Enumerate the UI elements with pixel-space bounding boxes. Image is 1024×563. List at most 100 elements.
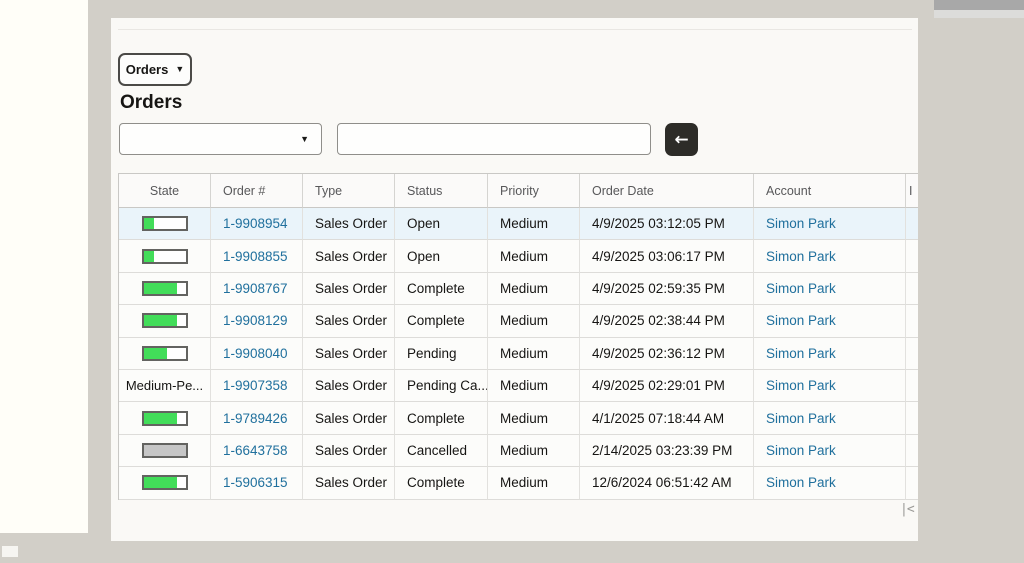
order-priority: Medium	[500, 280, 549, 296]
state-progress-bar	[141, 410, 188, 426]
order-number-link-cell: 1-6643758	[211, 434, 303, 468]
state-progress-fill	[143, 218, 155, 230]
order-number-link[interactable]: 1-9908129	[223, 313, 288, 328]
account-link[interactable]: Simon Park	[766, 475, 836, 490]
filter-select[interactable]: ▼	[119, 123, 322, 155]
state-cell	[119, 240, 211, 273]
order-number-link[interactable]: 1-5906315	[223, 475, 288, 490]
order-status-cell: Complete	[395, 272, 488, 306]
clipped-cell	[906, 273, 918, 306]
order-status: Cancelled	[407, 442, 468, 458]
account-link-cell: Simon Park	[754, 305, 906, 338]
table-row[interactable]: Medium-Pe... 1-9907358 Sales Order Pending …	[119, 369, 918, 403]
state-progress-bar	[141, 248, 188, 264]
table-row[interactable]: 1-9908954 Sales Order Open Medium 4/9/2025 0…	[119, 208, 918, 241]
state-progress-fill	[143, 315, 178, 327]
account-link[interactable]: Simon Park	[766, 443, 836, 458]
order-status-cell: Complete	[395, 305, 488, 338]
order-number-link[interactable]: 1-6643758	[223, 443, 288, 458]
state-cell	[119, 434, 211, 468]
state-progress-bar	[141, 345, 188, 361]
order-type-cell: Sales Order	[303, 337, 395, 370]
order-date: 4/9/2025 02:59:35 PM	[592, 280, 725, 296]
clipped-cell	[906, 467, 918, 500]
state-cell	[119, 305, 211, 338]
column-header-state[interactable]: State	[119, 174, 211, 208]
order-priority-cell: Medium	[488, 434, 580, 468]
state-progress-fill	[143, 282, 178, 294]
order-number-link[interactable]: 1-9908855	[223, 249, 288, 264]
table-row[interactable]: 1-9908767 Sales Order Complete Medium 4/9/20…	[119, 272, 918, 306]
order-status-cell: Pending Ca...	[395, 369, 488, 403]
order-date-cell: 4/9/2025 02:38:44 PM	[580, 305, 754, 338]
order-priority-cell: Medium	[488, 240, 580, 273]
table-row[interactable]: 1-9789426 Sales Order Complete Medium 4/1/20…	[119, 402, 918, 435]
column-header-account[interactable]: Account	[754, 174, 906, 208]
table-row[interactable]: 1-9908040 Sales Order Pending Medium 4/9/202…	[119, 337, 918, 370]
table-row[interactable]: 1-9908129 Sales Order Complete Medium 4/9/20…	[119, 305, 918, 338]
top-divider	[118, 29, 912, 30]
chevron-down-icon: ▼	[300, 134, 309, 144]
order-type-cell: Sales Order	[303, 208, 395, 241]
table-row[interactable]: 1-5906315 Sales Order Complete Medium 12/6/2…	[119, 467, 918, 500]
order-status: Pending Ca...	[407, 378, 488, 394]
column-header-type[interactable]: Type	[303, 174, 395, 208]
account-link-cell: Simon Park	[754, 208, 906, 241]
order-status: Complete	[407, 313, 465, 329]
order-date: 4/9/2025 02:38:44 PM	[592, 313, 725, 329]
column-header-order-[interactable]: Order #	[211, 174, 303, 208]
state-cell	[119, 272, 211, 306]
orders-menu-button-label: Orders	[125, 62, 169, 77]
order-date-cell: 2/14/2025 03:23:39 PM	[580, 434, 754, 468]
state-progress-bar	[141, 442, 188, 458]
column-header-priority[interactable]: Priority	[488, 174, 580, 208]
state-cell	[119, 467, 211, 500]
account-link[interactable]: Simon Park	[766, 281, 836, 296]
order-type: Sales Order	[315, 248, 388, 264]
order-type: Sales Order	[315, 410, 388, 426]
order-number-link[interactable]: 1-9908040	[223, 346, 288, 361]
account-link[interactable]: Simon Park	[766, 346, 836, 361]
state-progress-fill	[143, 412, 178, 424]
account-link[interactable]: Simon Park	[766, 216, 836, 231]
order-number-link-cell: 1-9908954	[211, 208, 303, 241]
account-link[interactable]: Simon Park	[766, 249, 836, 264]
table-row[interactable]: 1-9908855 Sales Order Open Medium 4/9/2025 0…	[119, 240, 918, 273]
state-text: Medium-Pe...	[125, 378, 204, 394]
account-link[interactable]: Simon Park	[766, 313, 836, 328]
order-number-link[interactable]: 1-9789426	[223, 411, 288, 426]
order-number-link[interactable]: 1-9908767	[223, 281, 288, 296]
order-number-link-cell: 1-9907358	[211, 369, 303, 403]
order-type: Sales Order	[315, 442, 388, 458]
account-link[interactable]: Simon Park	[766, 411, 836, 426]
account-link-cell: Simon Park	[754, 337, 906, 370]
order-number-link[interactable]: 1-9907358	[223, 378, 288, 393]
table-body: 1-9908954 Sales Order Open Medium 4/9/2025 0…	[119, 208, 918, 500]
orders-menu-button[interactable]: Orders ▼	[118, 53, 192, 86]
order-date: 4/9/2025 02:36:12 PM	[592, 345, 725, 361]
order-status: Complete	[407, 410, 465, 426]
clipped-cell	[906, 208, 918, 241]
first-page-button[interactable]: |<	[900, 502, 915, 517]
order-date: 12/6/2024 06:51:42 AM	[592, 475, 732, 491]
column-header-status[interactable]: Status	[395, 174, 488, 208]
clipped-cell	[906, 305, 918, 338]
order-type: Sales Order	[315, 313, 388, 329]
order-status-cell: Open	[395, 208, 488, 241]
order-type: Sales Order	[315, 378, 388, 394]
account-link[interactable]: Simon Park	[766, 378, 836, 393]
clipped-cell	[906, 338, 918, 370]
order-priority: Medium	[500, 475, 549, 491]
search-input[interactable]	[337, 123, 651, 155]
submit-search-button[interactable]: ←	[665, 123, 698, 156]
table-row[interactable]: 1-6643758 Sales Order Cancelled Medium 2/14/…	[119, 434, 918, 468]
order-status: Complete	[407, 475, 465, 491]
bottom-left-fragment	[2, 546, 18, 557]
state-progress-bar	[141, 280, 188, 296]
order-type: Sales Order	[315, 475, 388, 491]
column-header-order-date[interactable]: Order Date	[580, 174, 754, 208]
order-number-link[interactable]: 1-9908954	[223, 216, 288, 231]
state-progress-bar	[141, 313, 188, 329]
order-priority-cell: Medium	[488, 369, 580, 403]
order-date-cell: 4/9/2025 03:12:05 PM	[580, 208, 754, 241]
